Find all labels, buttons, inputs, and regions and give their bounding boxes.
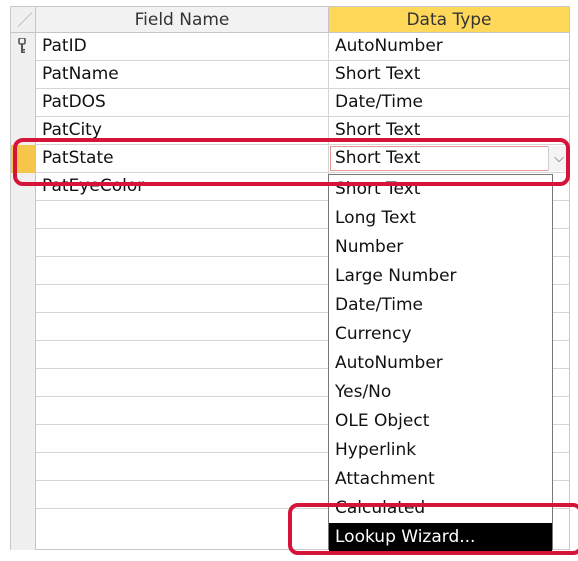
dropdown-option[interactable]: OLE Object xyxy=(329,407,552,436)
field-name-cell[interactable]: PatState xyxy=(36,145,329,172)
field-name-cell[interactable] xyxy=(36,201,329,228)
dropdown-option[interactable]: Currency xyxy=(329,320,552,349)
field-name-cell[interactable] xyxy=(36,369,329,396)
dropdown-option[interactable]: Short Text xyxy=(329,175,552,204)
table-row[interactable]: PatCity Short Text xyxy=(36,117,569,145)
field-name-cell[interactable] xyxy=(36,229,329,256)
data-type-select[interactable]: Short Text xyxy=(329,145,569,172)
data-type-header: Data Type xyxy=(329,7,569,33)
data-type-dropdown-list[interactable]: Short Text Long Text Number Large Number… xyxy=(328,174,553,552)
table-row[interactable]: PatName Short Text xyxy=(36,61,569,89)
field-name-cell[interactable] xyxy=(36,481,329,508)
table-row[interactable]: PatDOS Date/Time xyxy=(36,89,569,117)
current-row-selector[interactable] xyxy=(11,145,35,173)
chevron-down-icon[interactable]: ⌵ xyxy=(548,146,569,171)
dropdown-option[interactable]: Yes/No xyxy=(329,378,552,407)
dropdown-option[interactable]: Calculated xyxy=(329,494,552,523)
field-name-cell[interactable]: PatName xyxy=(36,61,329,88)
data-type-cell[interactable]: Short Text xyxy=(329,61,569,88)
field-name-cell[interactable] xyxy=(36,341,329,368)
row-selector-column xyxy=(11,33,36,550)
field-name-cell[interactable] xyxy=(36,257,329,284)
field-name-cell[interactable]: PatEyeColor xyxy=(36,173,329,200)
data-type-cell[interactable]: Short Text xyxy=(329,117,569,144)
table-row-active[interactable]: PatState Short Text ⌵ xyxy=(36,145,569,173)
dropdown-option-lookup-wizard[interactable]: Lookup Wizard... xyxy=(329,523,552,552)
dropdown-option[interactable]: Hyperlink xyxy=(329,436,552,465)
dropdown-option[interactable]: Large Number xyxy=(329,262,552,291)
field-name-cell[interactable]: PatID xyxy=(36,33,329,60)
field-name-header: Field Name xyxy=(36,7,329,33)
dropdown-option[interactable]: Date/Time xyxy=(329,291,552,320)
field-name-cell[interactable] xyxy=(36,453,329,480)
field-name-cell[interactable]: PatDOS xyxy=(36,89,329,116)
table-row[interactable]: PatID AutoNumber xyxy=(36,33,569,61)
data-type-cell[interactable]: Date/Time xyxy=(329,89,569,116)
field-name-cell[interactable] xyxy=(36,425,329,452)
dropdown-option[interactable]: Number xyxy=(329,233,552,262)
row-selector[interactable] xyxy=(11,33,35,61)
select-all-corner[interactable] xyxy=(11,7,36,33)
dropdown-option[interactable]: AutoNumber xyxy=(329,349,552,378)
data-type-cell[interactable]: AutoNumber xyxy=(329,33,569,60)
field-name-cell[interactable] xyxy=(36,397,329,424)
field-name-cell[interactable] xyxy=(36,509,329,525)
field-name-cell[interactable] xyxy=(36,285,329,312)
field-name-cell[interactable] xyxy=(36,313,329,340)
dropdown-option[interactable]: Long Text xyxy=(329,204,552,233)
key-icon xyxy=(18,38,26,53)
field-name-cell[interactable]: PatCity xyxy=(36,117,329,144)
dropdown-option[interactable]: Attachment xyxy=(329,465,552,494)
